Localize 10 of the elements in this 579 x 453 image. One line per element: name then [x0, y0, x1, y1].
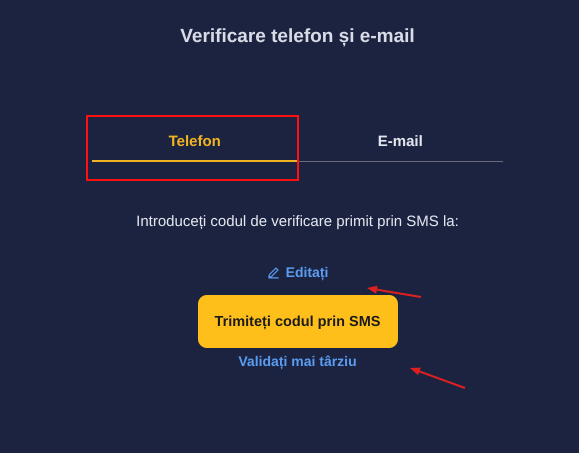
- annotation-arrow: [410, 368, 466, 389]
- tab[interactable]: E-mail: [298, 121, 503, 162]
- annotation-arrow: [367, 286, 422, 298]
- validate-later-link[interactable]: Validați mai târziu: [238, 353, 357, 369]
- pencil-icon: [266, 266, 280, 278]
- edit-link[interactable]: Editați: [266, 264, 328, 280]
- page-title: Verificare telefon și e-mail: [180, 26, 415, 48]
- send-sms-button[interactable]: Trimiteți codul prin SMS: [198, 295, 398, 348]
- instruction-text: Introduceți codul de verificare primit prin SMS la:: [136, 213, 459, 230]
- tab[interactable]: Telefon: [92, 121, 298, 162]
